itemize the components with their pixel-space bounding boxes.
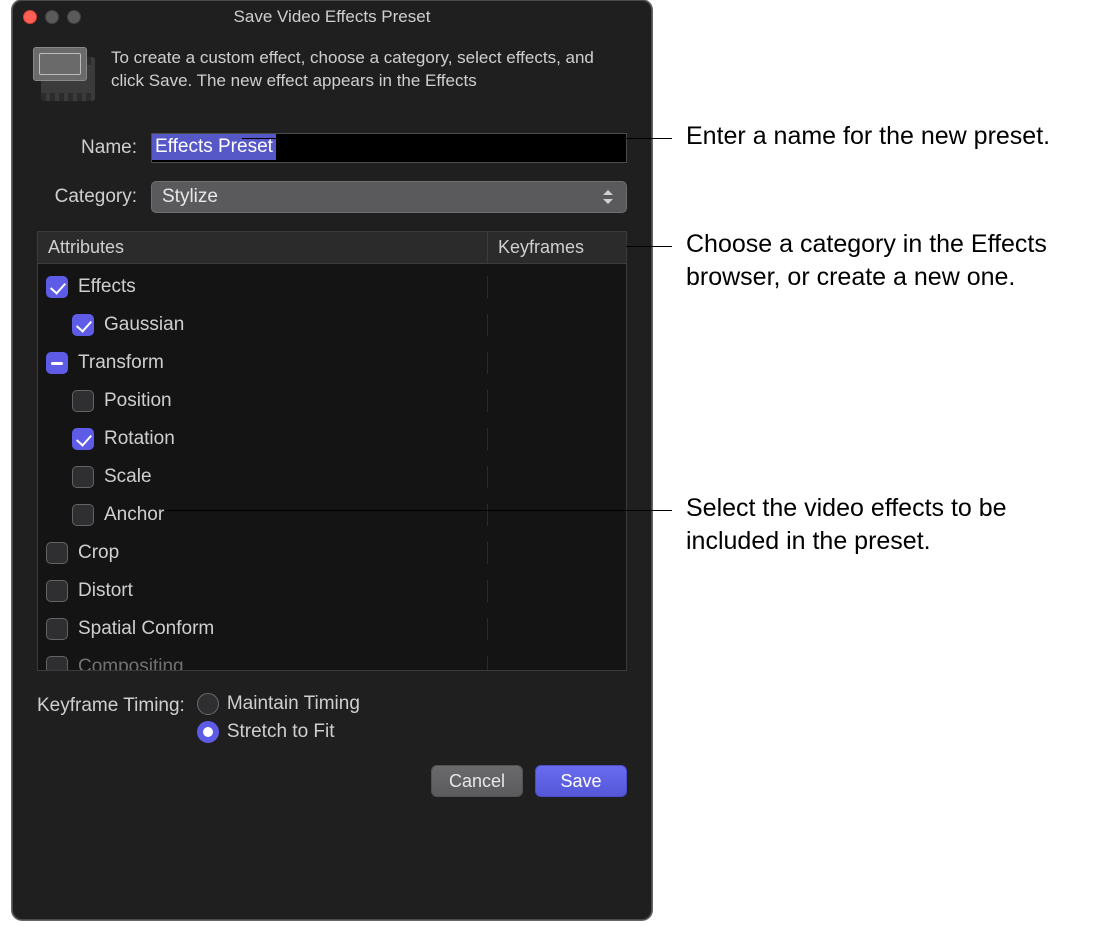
close-icon[interactable] [23, 10, 37, 24]
table-row: Distort [38, 572, 626, 610]
attribute-label: Gaussian [104, 314, 184, 336]
attribute-label: Rotation [104, 428, 175, 450]
titlebar: Save Video Effects Preset [13, 1, 651, 33]
attribute-label: Distort [78, 580, 133, 602]
checkbox[interactable] [72, 466, 94, 488]
column-keyframes[interactable]: Keyframes [488, 232, 626, 263]
attribute-label: Effects [78, 276, 136, 298]
callout-effects: Select the video effects to be included … [686, 492, 1086, 557]
table-row: Scale [38, 458, 626, 496]
table-row: Effects [38, 268, 626, 306]
table-row: Anchor [38, 496, 626, 534]
table-body: Effects Gaussian Transform Position Rotation… [38, 264, 626, 670]
preset-icon [33, 47, 95, 101]
checkbox[interactable] [72, 428, 94, 450]
dialog-header: To create a custom effect, choose a cate… [13, 33, 651, 111]
radio-label: Maintain Timing [227, 693, 360, 715]
attributes-table: Attributes Keyframes Effects Gaussian Tran… [37, 231, 627, 671]
checkbox[interactable] [72, 314, 94, 336]
cancel-button[interactable]: Cancel [431, 765, 523, 797]
radio-option[interactable]: Maintain Timing [197, 693, 360, 715]
radio-option[interactable]: Stretch to Fit [197, 721, 360, 743]
traffic-lights [23, 10, 81, 24]
radio-label: Stretch to Fit [227, 721, 335, 743]
attribute-label: Transform [78, 352, 164, 374]
category-row: Category: Stylize [37, 181, 627, 213]
category-label: Category: [37, 186, 137, 208]
dialog-description: To create a custom effect, choose a cate… [111, 47, 631, 93]
checkbox[interactable] [46, 580, 68, 602]
table-row: Gaussian [38, 306, 626, 344]
checkbox[interactable] [46, 542, 68, 564]
maximize-icon [67, 10, 81, 24]
checkbox[interactable] [72, 390, 94, 412]
table-row: Rotation [38, 420, 626, 458]
keyframe-timing: Keyframe Timing: Maintain Timing Stretch … [37, 693, 627, 743]
attribute-label: Anchor [104, 504, 164, 526]
attribute-label: Position [104, 390, 172, 412]
attribute-label: Crop [78, 542, 119, 564]
chevron-up-down-icon [602, 189, 616, 205]
attribute-label: Scale [104, 466, 152, 488]
checkbox[interactable] [46, 352, 68, 374]
table-header: Attributes Keyframes [38, 232, 626, 264]
table-row: Position [38, 382, 626, 420]
minimize-icon [45, 10, 59, 24]
button-row: Cancel Save [13, 743, 651, 797]
table-row: Transform [38, 344, 626, 382]
column-attributes[interactable]: Attributes [38, 232, 488, 263]
category-value: Stylize [162, 186, 218, 208]
keyframe-options: Maintain Timing Stretch to Fit [197, 693, 360, 743]
keyframe-timing-label: Keyframe Timing: [37, 693, 185, 717]
radio-icon[interactable] [197, 721, 219, 743]
category-select[interactable]: Stylize [151, 181, 627, 213]
checkbox[interactable] [46, 276, 68, 298]
form: Name: Effects Preset Category: Stylize [13, 111, 651, 213]
attribute-label: Compositing [78, 656, 184, 670]
table-row: Crop [38, 534, 626, 572]
callout-category: Choose a category in the Effects browser… [686, 228, 1066, 293]
window-title: Save Video Effects Preset [13, 7, 651, 27]
name-label: Name: [37, 137, 137, 159]
save-button[interactable]: Save [535, 765, 627, 797]
callout-name: Enter a name for the new preset. [686, 120, 1066, 153]
radio-icon[interactable] [197, 693, 219, 715]
checkbox[interactable] [46, 656, 68, 670]
checkbox[interactable] [72, 504, 94, 526]
table-row: Compositing [38, 648, 626, 670]
table-row: Spatial Conform [38, 610, 626, 648]
attribute-label: Spatial Conform [78, 618, 214, 640]
checkbox[interactable] [46, 618, 68, 640]
